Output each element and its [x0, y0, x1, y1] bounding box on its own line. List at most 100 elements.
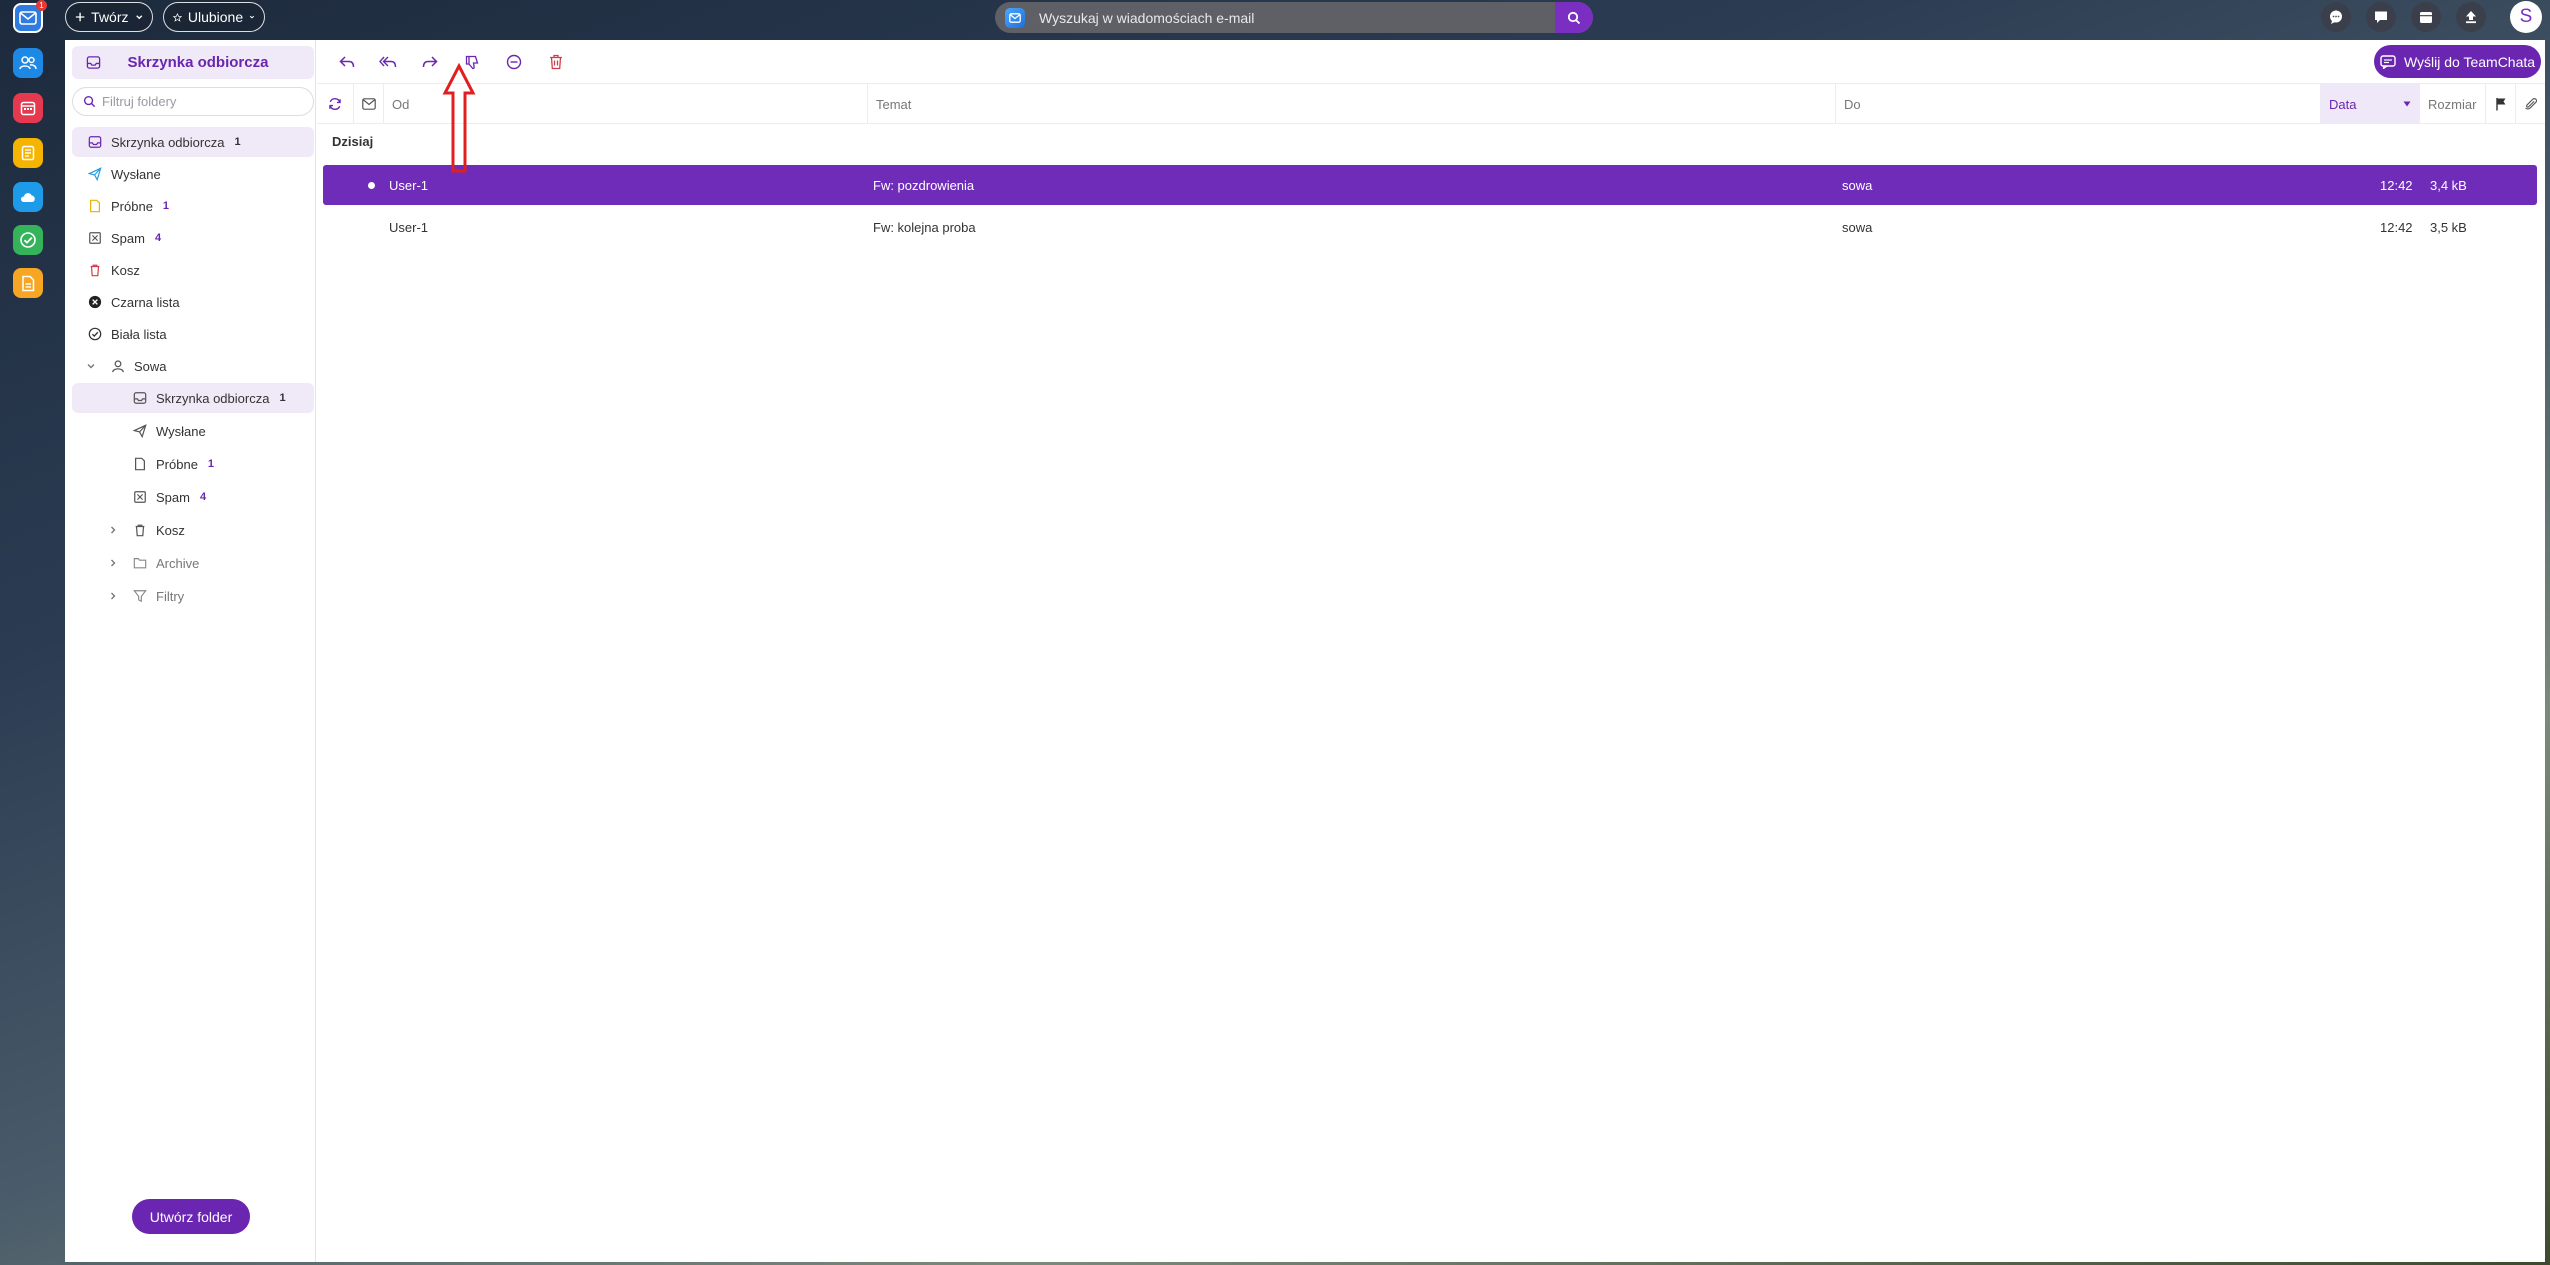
- folder-label: Kosz: [156, 522, 185, 538]
- check-circle-icon: [87, 326, 103, 342]
- calendar-app-icon[interactable]: [13, 93, 43, 123]
- trash-icon: [132, 522, 148, 538]
- message-list-header: Od Temat Do Data Rozmiar: [317, 84, 2545, 124]
- folder-label: Czarna lista: [111, 294, 180, 310]
- unread-count: 1: [162, 200, 170, 212]
- message-row[interactable]: User-1 Fw: pozdrowienia sowa 12:42 3,4 k…: [323, 165, 2537, 205]
- message-toolbar: Wyślij do TeamChata: [317, 40, 2545, 84]
- account-folder-drafts[interactable]: Próbne 1: [72, 449, 314, 479]
- contacts-app-icon[interactable]: [13, 48, 43, 78]
- send-to-teamchat-label: Wyślij do TeamChata: [2403, 53, 2536, 70]
- folder-blacklist[interactable]: Czarna lista: [72, 287, 314, 317]
- folder-label: Próbne: [111, 198, 153, 214]
- message-size: 3,5 kB: [2430, 219, 2467, 235]
- folder-inbox[interactable]: Skrzynka odbiorcza 1: [72, 127, 314, 157]
- account-folder-spam[interactable]: Spam 4: [72, 482, 314, 512]
- plus-icon: [75, 12, 85, 22]
- search-input[interactable]: [1025, 2, 1555, 33]
- folder-sent[interactable]: Wysłane: [72, 159, 314, 189]
- favorites-label: Ulubione: [187, 9, 244, 25]
- refresh-button[interactable]: [317, 84, 353, 124]
- teamchat-icon: [2380, 54, 2396, 69]
- message-to: sowa: [1842, 177, 1873, 193]
- documents-app-icon[interactable]: [13, 268, 43, 298]
- message-row[interactable]: User-1 Fw: kolejna proba sowa 12:42 3,5 …: [323, 207, 2537, 247]
- reply-all-button[interactable]: [378, 52, 398, 72]
- block-sender-button[interactable]: [504, 52, 524, 72]
- chevron-down-icon: [249, 15, 255, 19]
- message-to: sowa: [1842, 219, 1873, 235]
- folder-spam[interactable]: Spam 4: [72, 223, 314, 253]
- column-flag[interactable]: [2485, 84, 2515, 124]
- unread-count: 4: [199, 491, 207, 503]
- unread-dot-icon: [368, 182, 375, 189]
- envelope-icon: [361, 98, 376, 110]
- folder-label: Biała lista: [111, 326, 167, 342]
- column-date[interactable]: Data: [2320, 84, 2419, 124]
- flag-icon: [2495, 98, 2505, 111]
- current-folder-header[interactable]: Skrzynka odbiorcza: [72, 46, 314, 79]
- account-folder-filters[interactable]: Filtry: [72, 581, 314, 611]
- search-button[interactable]: [1555, 2, 1593, 33]
- folder-label: Spam: [156, 489, 190, 505]
- account-folder-trash[interactable]: Kosz: [72, 515, 314, 545]
- forward-icon: [422, 56, 438, 68]
- forward-button[interactable]: [420, 52, 440, 72]
- send-to-teamchat-button[interactable]: Wyślij do TeamChata: [2374, 45, 2541, 78]
- folder-whitelist[interactable]: Biała lista: [72, 319, 314, 349]
- account-folder-inbox[interactable]: Skrzynka odbiorcza 1: [72, 383, 314, 413]
- folder-label: Wysłane: [156, 423, 206, 439]
- chevron-right-icon: [111, 592, 116, 600]
- unread-count: 1: [279, 392, 286, 404]
- notes-app-icon[interactable]: [13, 138, 43, 168]
- messages-icon[interactable]: [2366, 2, 2396, 32]
- send-icon: [87, 166, 103, 182]
- folder-drafts[interactable]: Próbne 1: [72, 191, 314, 221]
- message-subject: Fw: pozdrowienia: [873, 177, 975, 193]
- folder-filter-input[interactable]: [102, 94, 302, 109]
- delete-button[interactable]: [546, 52, 566, 72]
- column-subject[interactable]: Temat: [867, 84, 1835, 124]
- send-icon: [132, 423, 148, 439]
- search-bar: [995, 2, 1593, 33]
- message-subject: Fw: kolejna proba: [873, 219, 976, 235]
- cloud-app-icon[interactable]: [13, 182, 43, 212]
- account-folder-sent[interactable]: Wysłane: [72, 416, 314, 446]
- create-button[interactable]: Twórz: [65, 2, 153, 32]
- folder-label: Filtry: [156, 588, 185, 604]
- read-status-column[interactable]: [353, 84, 383, 124]
- folder-trash[interactable]: Kosz: [72, 255, 314, 285]
- folder-label: Spam: [111, 230, 145, 246]
- chevron-right-icon: [111, 526, 116, 534]
- annotation-arrow: [442, 63, 476, 173]
- favorites-button[interactable]: Ulubione: [163, 2, 265, 32]
- tasks-app-icon[interactable]: [13, 225, 43, 255]
- account-folder-archive[interactable]: Archive: [72, 548, 314, 578]
- column-attachment[interactable]: [2515, 84, 2545, 124]
- user-avatar[interactable]: S: [2510, 1, 2542, 33]
- trash-icon: [550, 54, 562, 70]
- search-icon: [83, 95, 96, 108]
- upload-icon[interactable]: [2456, 2, 2486, 32]
- reply-button[interactable]: [337, 52, 357, 72]
- spam-icon: [132, 489, 148, 505]
- folder-filter: [72, 87, 314, 116]
- spam-icon: [87, 230, 103, 246]
- chat-icon[interactable]: [2321, 2, 2351, 32]
- column-size[interactable]: Rozmiar: [2419, 84, 2485, 124]
- column-date-label: Data: [2329, 96, 2357, 112]
- create-folder-button[interactable]: Utwórz folder: [132, 1199, 250, 1234]
- reply-icon: [339, 56, 355, 68]
- message-size: 3,4 kB: [2430, 177, 2467, 193]
- folder-label: Kosz: [111, 262, 140, 278]
- create-label: Twórz: [91, 9, 129, 25]
- message-list-area: Wyślij do TeamChata Od Temat Do Data Roz…: [317, 40, 2545, 1262]
- calendar-icon[interactable]: [2411, 2, 2441, 32]
- column-to[interactable]: Do: [1835, 84, 2320, 124]
- draft-icon: [87, 198, 103, 214]
- folder-label: Próbne: [156, 456, 198, 472]
- unread-count: 4: [154, 232, 162, 244]
- folder-label: Wysłane: [111, 166, 161, 182]
- account-sowa[interactable]: Sowa: [72, 351, 314, 381]
- user-icon: [110, 358, 126, 374]
